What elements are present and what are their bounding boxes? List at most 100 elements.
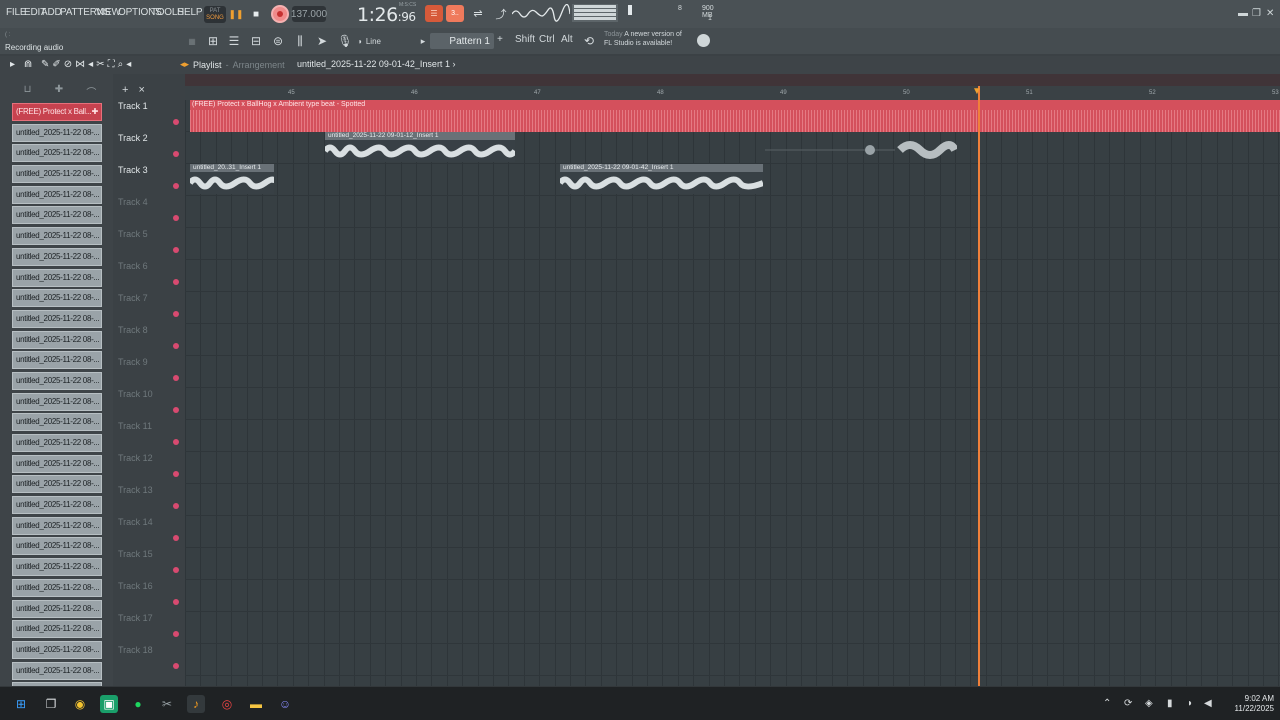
playback-tool-icon[interactable]: ◂ <box>126 59 134 70</box>
pattern-arrow-icon[interactable]: ▸ <box>417 32 429 50</box>
clip-item[interactable]: untitled_2025-11-22 08-... <box>12 578 102 597</box>
system-clock[interactable]: 9:02 AM 11/22/2025 <box>1224 694 1274 714</box>
clip-item[interactable]: untitled_2025-11-22 08-... <box>12 413 102 432</box>
clip-item[interactable]: untitled_2025-11-22 08-... <box>12 661 102 680</box>
task-view-icon[interactable]: ❐ <box>42 695 60 713</box>
add-pattern-icon[interactable]: + <box>497 34 503 45</box>
spotify-icon[interactable]: ● <box>129 695 147 713</box>
track-header[interactable]: Track 8 <box>113 325 185 357</box>
clip-item[interactable]: untitled_2025-11-22 08-... <box>12 330 102 349</box>
delete-tool-icon[interactable]: ⊘ <box>64 59 75 70</box>
menu-add[interactable]: ADD <box>41 7 62 18</box>
capcut-icon[interactable]: ✂ <box>158 695 176 713</box>
shift-button[interactable]: Shift <box>515 34 535 45</box>
menu-help[interactable]: HELP <box>177 7 203 18</box>
tray-volume-icon[interactable]: ◀ <box>1204 698 1212 709</box>
breadcrumb[interactable]: untitled_2025-11-22 09-01-42_Insert 1 › <box>297 59 455 69</box>
track-mute-led[interactable] <box>173 279 179 285</box>
track-header[interactable]: Track 10 <box>113 389 185 421</box>
plugin-picker-icon[interactable]: ➤ <box>314 32 330 50</box>
playlist-title[interactable]: ◂▸ Playlist - Arrangement <box>180 59 285 70</box>
track-mute-led[interactable] <box>173 247 179 253</box>
countdown-button[interactable]: 3.. <box>446 5 464 22</box>
snap-selector[interactable]: ◑ Line <box>357 34 413 48</box>
track-mute-led[interactable] <box>173 183 179 189</box>
clip-item-selected[interactable]: (FREE) Protect x Ball... ✚ <box>12 103 102 121</box>
track-header[interactable]: Track 7 <box>113 293 185 325</box>
track-mute-led[interactable] <box>173 599 179 605</box>
pause-button[interactable]: ❚❚ <box>228 7 244 21</box>
online-globe-icon[interactable] <box>697 34 710 47</box>
clip-item[interactable]: untitled_2025-11-22 08-... <box>12 640 102 659</box>
track-mute-led[interactable] <box>173 343 179 349</box>
pencil-tool-icon[interactable]: ✎ <box>41 59 52 70</box>
audio-clip-track3b[interactable]: untitled_2025-11-22 09-01-42_Insert 1 <box>560 164 763 194</box>
track-mute-led[interactable] <box>173 503 179 509</box>
picker-view-icon[interactable]: ⊔ <box>24 84 32 98</box>
track-header[interactable]: Track 13 <box>113 485 185 517</box>
picker-add-icon[interactable]: ✚ <box>55 84 63 98</box>
track-mute-led[interactable] <box>173 567 179 573</box>
paint-tool-icon[interactable]: ✐ <box>52 59 63 70</box>
track-mute-led[interactable] <box>173 439 179 445</box>
track-header[interactable]: Track 5 <box>113 229 185 261</box>
tempo-display[interactable]: 137.000 <box>291 6 327 22</box>
blend-button[interactable]: ⤴ <box>491 5 511 22</box>
slice-tool-icon[interactable]: ✂ <box>96 59 107 70</box>
mute-tool-icon[interactable]: ⋈ <box>75 59 88 70</box>
record-mode-button[interactable]: ☰ <box>425 5 443 22</box>
fl-studio-icon[interactable]: ♪ <box>187 695 205 713</box>
zoom-tool-icon[interactable]: ⌕ <box>118 59 127 70</box>
file-explorer-icon[interactable]: ▬ <box>247 695 265 713</box>
ctrl-button[interactable]: Ctrl <box>539 34 555 45</box>
clip-item[interactable]: untitled_2025-11-22 08-... <box>12 309 102 328</box>
minimize-icon[interactable]: ▬ <box>1238 8 1248 19</box>
tray-chevron-icon[interactable]: ⌃ <box>1103 698 1111 709</box>
alt-button[interactable]: Alt <box>561 34 573 45</box>
slip-tool-icon[interactable]: ◂ <box>88 59 96 70</box>
tray-sync-icon[interactable]: ⟳ <box>1124 698 1132 709</box>
close-icon[interactable]: ✕ <box>1266 8 1274 19</box>
playhead-marker-icon[interactable]: ▼ <box>972 86 982 97</box>
playlist-icon[interactable]: ⊞ <box>205 32 221 50</box>
clip-item[interactable]: untitled_2025-11-22 08-... <box>12 206 102 225</box>
clip-item[interactable]: untitled_2025-11-22 08-... <box>12 268 102 287</box>
record-button[interactable] <box>271 5 289 23</box>
clip-item[interactable]: untitled_2025-11-22 08-... <box>12 185 102 204</box>
mixer-icon[interactable]: ⊜ <box>270 32 286 50</box>
clip-item[interactable]: untitled_2025-11-22 08-... <box>12 351 102 370</box>
clip-item[interactable]: untitled_2025-11-22 08-... <box>12 123 102 142</box>
stop-button[interactable]: ■ <box>248 7 264 21</box>
audio-clip-track2[interactable]: untitled_2025-11-22 09-01-12_Insert 1 <box>325 132 515 162</box>
track-header[interactable]: Track 4 <box>113 197 185 229</box>
track-mute-led[interactable] <box>173 535 179 541</box>
clip-add-icon[interactable]: ✚ <box>92 107 99 117</box>
picker-scroll-icon[interactable]: ⌒ <box>86 84 96 99</box>
playhead[interactable] <box>978 86 980 686</box>
track-mute-led[interactable] <box>173 663 179 669</box>
app-icon[interactable]: ▣ <box>100 695 118 713</box>
audio-clip-beat[interactable]: (FREE) Protect x BallHog x Ambient type … <box>190 100 1280 132</box>
pattern-selector[interactable]: Pattern 1 <box>430 33 494 49</box>
audio-clip-track3a[interactable]: untitled_20..31_Insert 1 <box>190 164 274 194</box>
restore-icon[interactable]: ❐ <box>1252 8 1261 19</box>
clip-item[interactable]: untitled_2025-11-22 08-... <box>12 247 102 266</box>
track-mute-led[interactable] <box>173 375 179 381</box>
update-notice[interactable]: Today A newer version of FL Studio is av… <box>604 30 700 48</box>
track-header[interactable]: Track 15 <box>113 549 185 581</box>
track-header[interactable]: Track 11 <box>113 421 185 453</box>
track-mute-led[interactable] <box>173 311 179 317</box>
chrome-icon[interactable]: ◉ <box>71 695 89 713</box>
clip-item[interactable]: untitled_2025-11-22 08-... <box>12 537 102 556</box>
clip-item[interactable]: untitled_2025-11-22 08-... <box>12 475 102 494</box>
channel-rack-icon[interactable]: ⊟ <box>248 32 264 50</box>
track-mute-led[interactable] <box>173 407 179 413</box>
track-header[interactable]: Track 18 <box>113 645 185 677</box>
track-header[interactable]: Track 14 <box>113 517 185 549</box>
clip-item[interactable]: untitled_2025-11-22 08-... <box>12 392 102 411</box>
clip-item[interactable]: untitled_2025-11-22 08-... <box>12 558 102 577</box>
piano-roll-icon[interactable]: ☰ <box>226 32 242 50</box>
windows-start-icon[interactable]: ⊞ <box>12 695 30 713</box>
clip-item[interactable]: untitled_2025-11-22 08-... <box>12 289 102 308</box>
track-header[interactable]: Track 6 <box>113 261 185 293</box>
